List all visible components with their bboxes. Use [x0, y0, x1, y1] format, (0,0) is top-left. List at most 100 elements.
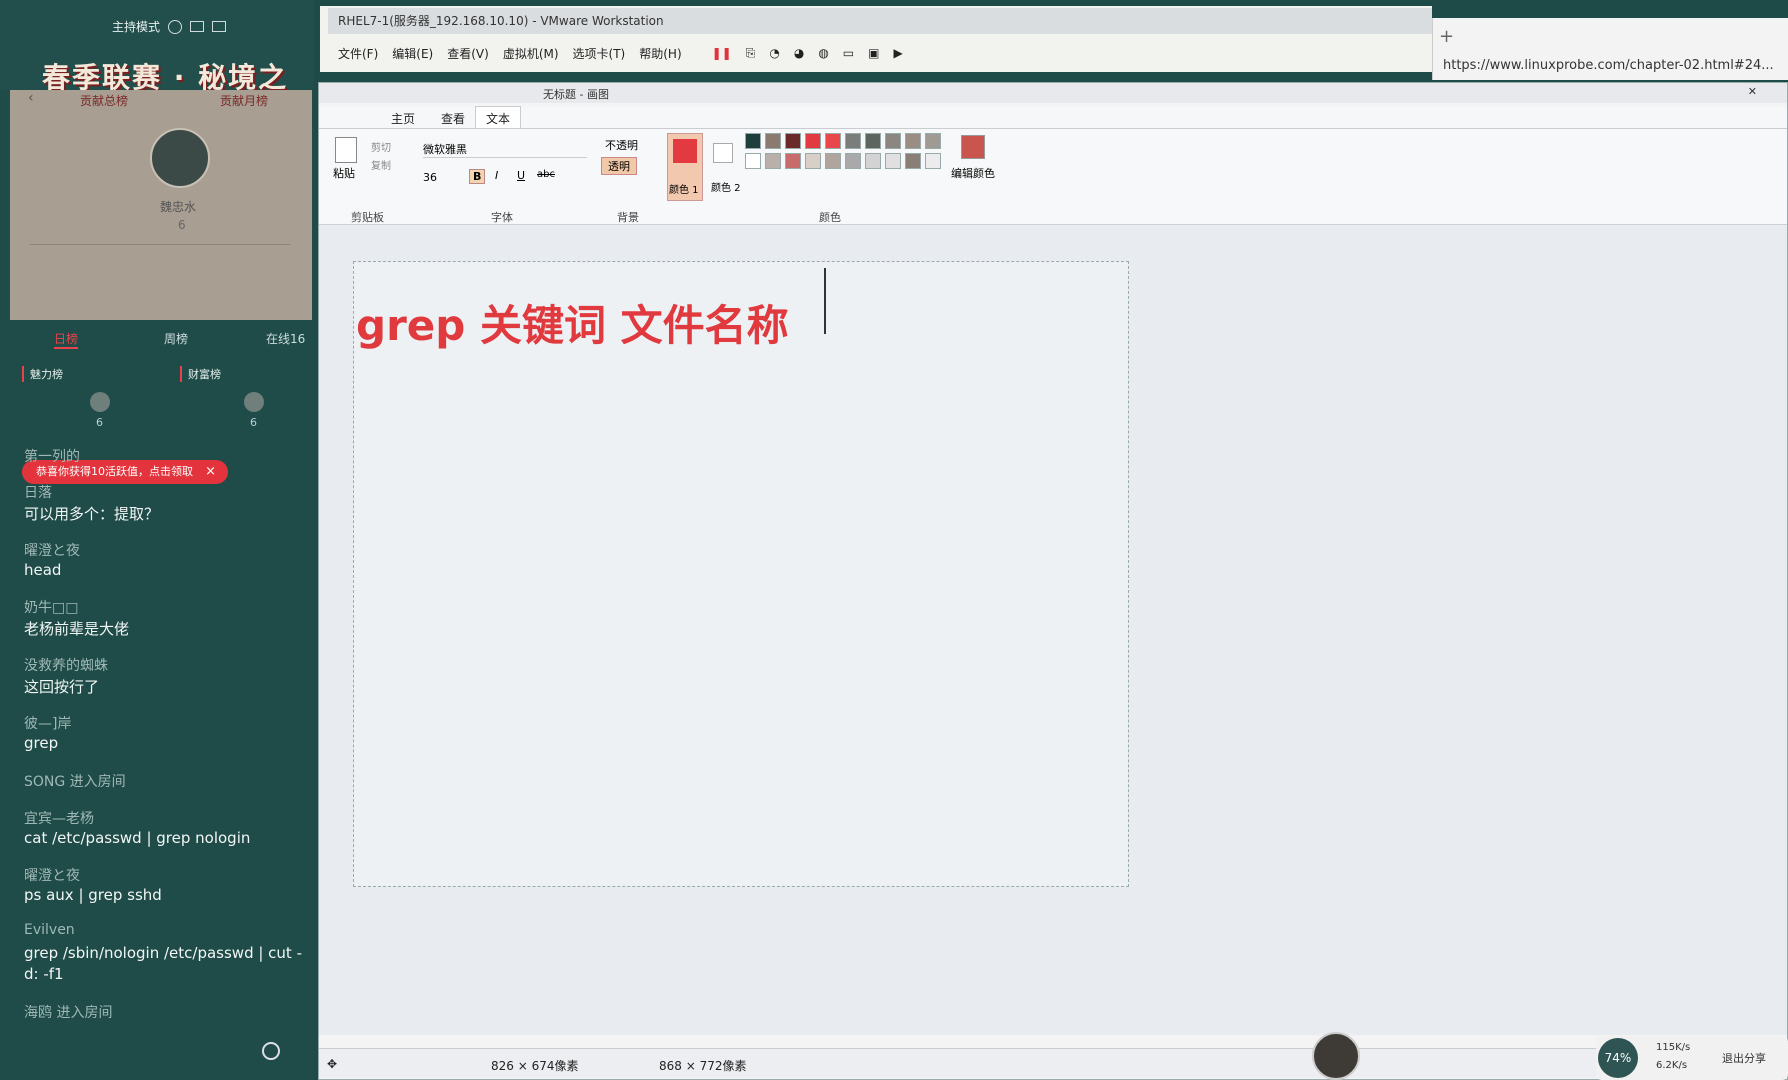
underline-button[interactable]: U	[517, 169, 525, 182]
color2-swatch[interactable]	[713, 143, 733, 163]
chat-text: cat /etc/passwd | grep nologin	[24, 829, 251, 847]
cut-button[interactable]: 剪切	[371, 139, 391, 154]
palette-swatch[interactable]	[925, 153, 941, 169]
edit-colors-icon[interactable]	[961, 135, 985, 159]
font-size-select[interactable]: 36	[423, 171, 437, 184]
color2-label: 颜色 2	[711, 183, 741, 194]
group-colors: 颜色	[819, 211, 841, 224]
popout-icon[interactable]	[190, 21, 205, 32]
opaque-button[interactable]: 不透明	[605, 137, 638, 153]
palette-swatch[interactable]	[845, 153, 861, 169]
charm-rank-avatar[interactable]	[90, 392, 110, 412]
revert-icon[interactable]: ◕	[794, 46, 804, 60]
menu-vm[interactable]: 虚拟机(M)	[503, 45, 559, 62]
menu-help[interactable]: 帮助(H)	[639, 45, 681, 62]
drawing-canvas[interactable]: grep 关键词 文件名称	[353, 261, 1129, 887]
palette-swatch[interactable]	[905, 153, 921, 169]
top-contributor-avatar[interactable]	[150, 128, 210, 188]
color1-swatch	[673, 139, 697, 163]
minimize-icon[interactable]	[212, 21, 227, 32]
paint-titlebar: 无标题 - 画图 ✕	[319, 83, 1787, 103]
italic-button[interactable]: I	[495, 169, 498, 182]
palette-swatch[interactable]	[805, 153, 821, 169]
palette-swatch[interactable]	[785, 153, 801, 169]
menu-tabs[interactable]: 选项卡(T)	[573, 45, 626, 62]
address-bar[interactable]: https://www.linuxprobe.com/chapter-02.ht…	[1443, 58, 1774, 73]
palette-swatch[interactable]	[765, 153, 781, 169]
tab-online[interactable]: 在线16	[266, 330, 305, 347]
close-icon[interactable]: ✕	[1748, 85, 1757, 98]
palette-swatch[interactable]	[785, 133, 801, 149]
emoji-icon[interactable]	[262, 1042, 280, 1060]
chat-name: 宜宾—老杨	[24, 811, 94, 827]
wealth-rank-label[interactable]: 财富榜	[180, 366, 221, 382]
tab-total-contribution[interactable]: 贡献总榜	[80, 92, 128, 109]
paste-icon[interactable]	[335, 137, 357, 163]
chat-text: grep /sbin/nologin /etc/passwd | cut -d:…	[24, 944, 302, 983]
font-select[interactable]: 微软雅黑	[423, 141, 587, 158]
tab-home[interactable]: 主页	[381, 110, 425, 127]
back-icon[interactable]: ‹	[28, 90, 34, 106]
tab-daily[interactable]: 日榜	[54, 330, 79, 349]
paste-button[interactable]: 粘贴	[333, 165, 355, 181]
palette-swatch[interactable]	[885, 153, 901, 169]
palette-swatch[interactable]	[745, 133, 761, 149]
live-header: 主持模式 春季联赛 · 秘境之旅	[0, 0, 314, 134]
color1-label: 颜色 1	[669, 185, 699, 196]
send-keys-icon[interactable]: ⎘	[746, 46, 756, 61]
exit-share-button[interactable]: 退出分享	[1722, 1050, 1766, 1066]
menu-edit[interactable]: 编辑(E)	[392, 45, 433, 62]
palette-swatch[interactable]	[905, 133, 921, 149]
chat-text: 可以用多个：提取？	[24, 505, 160, 523]
chat-name: 第一列的	[24, 449, 80, 465]
palette-swatch[interactable]	[745, 153, 761, 169]
host-mode-label[interactable]: 主持模式	[112, 18, 160, 35]
tab-text[interactable]: 文本	[475, 106, 522, 128]
rank-tabs: 日榜 周榜 在线16	[10, 328, 312, 350]
settings-icon[interactable]	[168, 19, 183, 34]
menu-view[interactable]: 查看(V)	[447, 45, 489, 62]
charm-rank-label[interactable]: 魅力榜	[22, 366, 63, 382]
canvas-text[interactable]: grep 关键词 文件名称	[356, 292, 789, 353]
tab-weekly[interactable]: 周榜	[164, 330, 188, 347]
palette-swatch[interactable]	[765, 133, 781, 149]
browser-window: + https://www.linuxprobe.com/chapter-02.…	[1432, 18, 1788, 80]
snapshot-icon[interactable]: ◔	[769, 46, 779, 60]
chat-name: 曜澄と夜	[24, 868, 80, 884]
palette-swatch[interactable]	[845, 133, 861, 149]
fullscreen-icon[interactable]: ▣	[868, 46, 879, 60]
palette-swatch[interactable]	[885, 133, 901, 149]
snapshot-manager-icon[interactable]: ◍	[818, 46, 828, 60]
paint-window: 无标题 - 画图 ✕ 主页 查看 文本 粘贴 剪切 复制 剪贴板 微软雅黑 36…	[318, 82, 1788, 1080]
tab-view[interactable]: 查看	[431, 110, 475, 127]
network-percent: 74%	[1598, 1038, 1638, 1078]
pause-icon[interactable]: ❚❚	[712, 46, 732, 60]
palette-swatch[interactable]	[805, 133, 821, 149]
group-background: 背景	[617, 211, 639, 224]
reward-toast-text: 恭喜你获得10活跃值，点击领取	[36, 465, 193, 478]
close-icon[interactable]: ×	[205, 460, 216, 484]
divider	[30, 244, 290, 245]
new-tab-icon[interactable]: +	[1439, 26, 1454, 47]
presenter-avatar[interactable]	[1312, 1032, 1360, 1080]
palette-swatch[interactable]	[865, 133, 881, 149]
view-icon[interactable]: ▭	[843, 46, 854, 60]
status-bar: ✥ 826 × 674像素 868 × 772像素	[319, 1048, 1787, 1078]
strikethrough-button[interactable]: abc	[537, 169, 555, 180]
transparent-button[interactable]: 透明	[601, 157, 637, 175]
wealth-rank-avatar[interactable]	[244, 392, 264, 412]
edit-colors-button[interactable]: 编辑颜色	[951, 165, 995, 181]
palette-swatch[interactable]	[925, 133, 941, 149]
palette-swatch[interactable]	[825, 153, 841, 169]
palette-swatch[interactable]	[825, 133, 841, 149]
palette-swatch[interactable]	[865, 153, 881, 169]
bold-button[interactable]: B	[469, 169, 486, 184]
copy-button[interactable]: 复制	[371, 157, 391, 172]
tab-monthly-contribution[interactable]: 贡献月榜	[220, 92, 268, 109]
chat-name: 彼—]岸	[24, 716, 72, 732]
console-icon[interactable]: ▶	[893, 46, 902, 60]
chat-name: Evilven	[24, 922, 75, 938]
vmware-title: RHEL7-1(服务器_192.168.10.10) - VMware Work…	[328, 8, 1432, 34]
menu-file[interactable]: 文件(F)	[338, 45, 378, 62]
text-caret	[824, 268, 826, 334]
